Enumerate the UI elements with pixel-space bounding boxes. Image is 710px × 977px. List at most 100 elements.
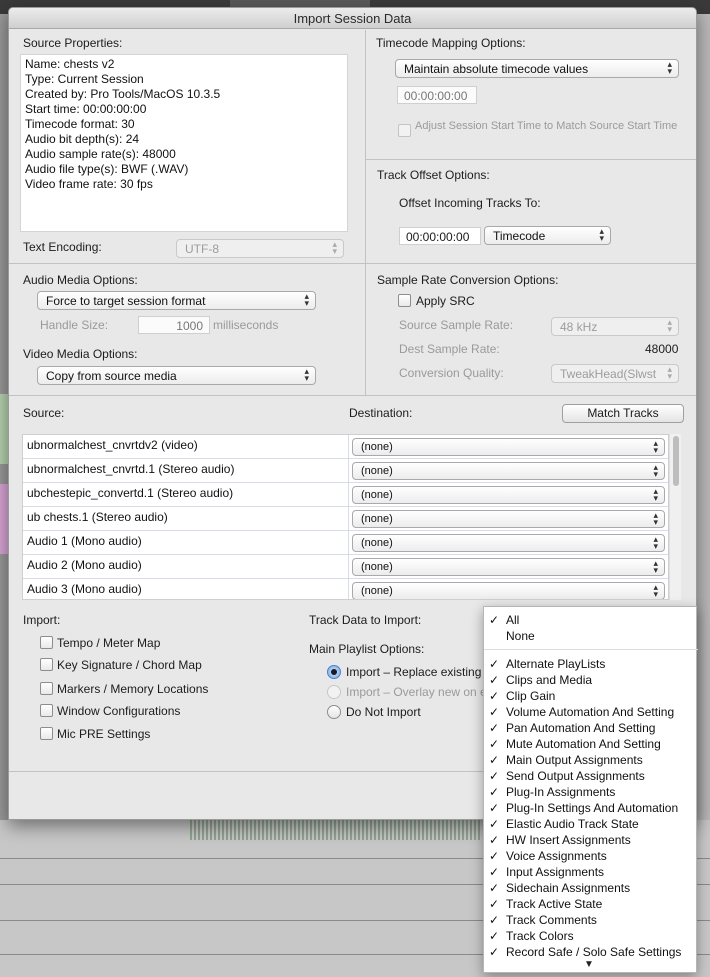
playlist-replace-radio[interactable]: [327, 665, 341, 679]
adjust-start-time-checkbox[interactable]: [398, 124, 411, 137]
popup-arrows-icon: ▴ ▾: [653, 462, 658, 479]
key-signature-checkbox[interactable]: [40, 658, 53, 671]
playlist-do-not-import-radio[interactable]: [327, 705, 341, 719]
checkmark-icon: ✓: [489, 737, 500, 751]
apply-src-checkbox[interactable]: [398, 294, 411, 307]
timecode-mapping-popup[interactable]: Maintain absolute timecode values ▴ ▾: [395, 59, 679, 78]
adjust-start-time-label: Adjust Session Start Time to Match Sourc…: [415, 120, 678, 132]
table-row[interactable]: Audio 3 (Mono audio) (none) ▴ ▾: [23, 579, 668, 599]
menu-item[interactable]: ✓ Input Assignments: [484, 864, 698, 880]
menu-item[interactable]: ✓ Plug-In Settings And Automation: [484, 800, 698, 816]
menu-item-label: Alternate PlayLists: [506, 657, 606, 671]
handle-size-field[interactable]: 1000: [138, 316, 210, 334]
table-row[interactable]: Audio 1 (Mono audio) (none) ▴ ▾: [23, 531, 668, 555]
column-divider: [348, 459, 349, 483]
scrollbar-thumb[interactable]: [673, 436, 679, 486]
menu-item-label: Track Comments: [506, 913, 597, 927]
popup-arrows-icon: ▴ ▾: [667, 364, 672, 381]
menu-item[interactable]: ✓ Track Colors: [484, 928, 698, 944]
menu-item-label: Track Active State: [506, 897, 603, 911]
tempo-meter-checkbox[interactable]: [40, 636, 53, 649]
table-row[interactable]: ubnormalchest_cnvrtd.1 (Stereo audio) (n…: [23, 459, 668, 483]
table-row[interactable]: ubnormalchest_cnvrtdv2 (video) (none) ▴ ▾: [23, 435, 668, 459]
track-destination-value: (none): [361, 585, 393, 597]
key-signature-label: Key Signature / Chord Map: [57, 658, 202, 672]
match-tracks-button[interactable]: Match Tracks: [562, 404, 684, 423]
menu-item-label: Track Colors: [506, 929, 574, 943]
popup-arrows-icon: ▴ ▾: [653, 534, 658, 551]
popup-arrows-icon: ▴ ▾: [599, 226, 604, 243]
menu-item[interactable]: ✓ Voice Assignments: [484, 848, 698, 864]
apply-src-label: Apply SRC: [416, 294, 475, 308]
popup-arrows-icon: ▴ ▾: [667, 317, 672, 334]
track-source-name: ub chests.1 (Stereo audio): [27, 510, 168, 524]
source-property-line: Created by: Pro Tools/MacOS 10.3.5: [25, 87, 221, 101]
menu-item[interactable]: ✓ Volume Automation And Setting: [484, 704, 698, 720]
menu-item-label: Pan Automation And Setting: [506, 721, 656, 735]
track-destination-popup[interactable]: (none) ▴ ▾: [352, 510, 665, 528]
track-table-scrollbar[interactable]: [669, 434, 681, 600]
menu-item[interactable]: ✓ Mute Automation And Setting: [484, 736, 698, 752]
track-source-name: Audio 3 (Mono audio): [27, 582, 142, 596]
playlist-replace-label: Import – Replace existing: [346, 665, 482, 679]
offset-unit-popup[interactable]: Timecode ▴ ▾: [484, 226, 611, 245]
menu-item[interactable]: ✓ Elastic Audio Track State: [484, 816, 698, 832]
track-destination-value: (none): [361, 489, 393, 501]
menu-item[interactable]: ✓ Plug-In Assignments: [484, 784, 698, 800]
source-sample-rate-popup[interactable]: 48 kHz ▴ ▾: [551, 317, 679, 336]
mic-pre-checkbox[interactable]: [40, 727, 53, 740]
offset-unit-value: Timecode: [493, 229, 546, 243]
playlist-overlay-radio[interactable]: [327, 685, 341, 699]
menu-item-all[interactable]: ✓ All: [484, 612, 698, 628]
checkmark-icon: ✓: [489, 673, 500, 687]
table-row[interactable]: Audio 2 (Mono audio) (none) ▴ ▾: [23, 555, 668, 579]
window-configurations-checkbox[interactable]: [40, 704, 53, 717]
track-destination-popup[interactable]: (none) ▴ ▾: [352, 534, 665, 552]
video-media-popup[interactable]: Copy from source media ▴ ▾: [37, 366, 316, 385]
popup-arrows-icon: ▴ ▾: [653, 558, 658, 575]
menu-item-label: None: [506, 629, 535, 643]
track-destination-popup[interactable]: (none) ▴ ▾: [352, 462, 665, 480]
background-track-area-right: [697, 14, 710, 834]
audio-media-popup[interactable]: Force to target session format ▴ ▾: [37, 291, 316, 310]
track-destination-popup[interactable]: (none) ▴ ▾: [352, 438, 665, 456]
text-encoding-popup[interactable]: UTF-8 ▴ ▾: [176, 239, 344, 258]
track-source-name: ubnormalchest_cnvrtdv2 (video): [27, 438, 198, 452]
checkmark-icon: ✓: [489, 897, 500, 911]
timecode-mapping-field[interactable]: 00:00:00:00: [397, 86, 477, 104]
menu-item[interactable]: ✓ Main Output Assignments: [484, 752, 698, 768]
menu-item-label: Main Output Assignments: [506, 753, 643, 767]
checkmark-icon: ✓: [489, 881, 500, 895]
menu-item[interactable]: ✓ Send Output Assignments: [484, 768, 698, 784]
menu-item[interactable]: ✓ Clips and Media: [484, 672, 698, 688]
track-destination-popup[interactable]: (none) ▴ ▾: [352, 486, 665, 504]
conversion-quality-value: TweakHead(Slwst: [560, 367, 657, 381]
menu-item[interactable]: ✓ HW Insert Assignments: [484, 832, 698, 848]
checkmark-icon: ✓: [489, 689, 500, 703]
conversion-quality-popup[interactable]: TweakHead(Slwst ▴ ▾: [551, 364, 679, 383]
more-items-arrow-icon[interactable]: ▼: [584, 959, 594, 970]
menu-item-label: Volume Automation And Setting: [506, 705, 675, 719]
menu-item[interactable]: ✓ Sidechain Assignments: [484, 880, 698, 896]
menu-item[interactable]: ✓ Track Comments: [484, 912, 698, 928]
menu-item-label: Plug-In Assignments: [506, 785, 616, 799]
track-destination-popup[interactable]: (none) ▴ ▾: [352, 558, 665, 576]
table-row[interactable]: ub chests.1 (Stereo audio) (none) ▴ ▾: [23, 507, 668, 531]
column-divider: [348, 435, 349, 459]
text-encoding-value: UTF-8: [185, 242, 219, 256]
checkmark-icon: ✓: [489, 865, 500, 879]
markers-checkbox[interactable]: [40, 682, 53, 695]
track-destination-popup[interactable]: (none) ▴ ▾: [352, 582, 665, 599]
popup-arrows-icon: ▴ ▾: [653, 486, 658, 503]
tempo-meter-label: Tempo / Meter Map: [57, 636, 161, 650]
checkmark-icon: ✓: [489, 721, 500, 735]
menu-item[interactable]: ✓ Track Active State: [484, 896, 698, 912]
menu-item[interactable]: ✓ Record Safe / Solo Safe Settings: [484, 944, 698, 960]
menu-item[interactable]: ✓ Alternate PlayLists: [484, 656, 698, 672]
menu-item-none[interactable]: None: [484, 628, 698, 644]
menu-item[interactable]: ✓ Pan Automation And Setting: [484, 720, 698, 736]
checkmark-icon: ✓: [489, 833, 500, 847]
offset-timecode-field[interactable]: 00:00:00:00: [399, 227, 481, 245]
table-row[interactable]: ubchestepic_convertd.1 (Stereo audio) (n…: [23, 483, 668, 507]
menu-item[interactable]: ✓ Clip Gain: [484, 688, 698, 704]
